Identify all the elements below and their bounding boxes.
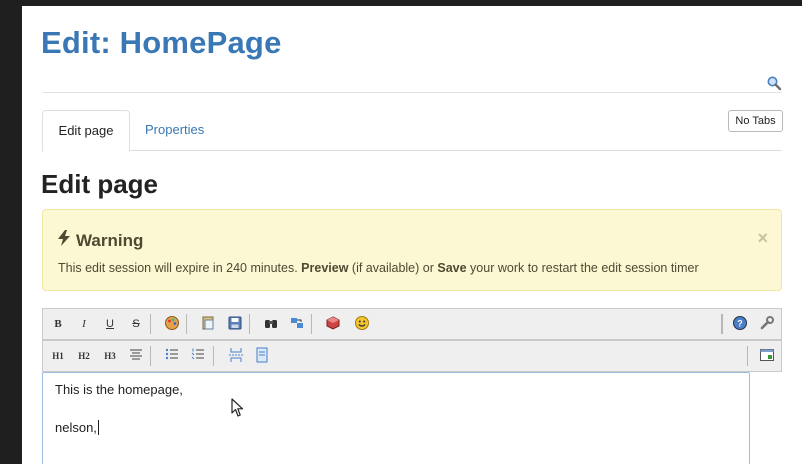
binoculars-icon[interactable] [262,315,280,333]
warning-heading: Warning [58,230,143,251]
warning-text-3: your work to restart the edit session ti… [466,261,699,275]
editor-content-area[interactable]: This is the homepage, nelson, [42,372,750,464]
editor-line: This is the homepage, [55,382,183,397]
new-window-icon[interactable] [758,347,776,365]
toolbar-separator [186,314,187,334]
italic-button[interactable]: I [75,315,93,333]
preview-text: Preview [301,261,349,275]
toolbar-row-2: H1 H2 H3 [42,340,782,372]
underline-button[interactable]: U [101,315,119,333]
heading2-button[interactable]: H2 [75,347,93,365]
no-tabs-button[interactable]: No Tabs [728,110,783,132]
paste-icon[interactable] [199,315,217,333]
text-caret [97,420,99,435]
section-title: Edit page [41,169,159,199]
color-palette-icon[interactable] [163,315,181,333]
page-break-icon[interactable] [227,347,245,365]
warning-message: This edit session will expire in 240 min… [58,261,699,275]
box-icon[interactable] [324,315,342,333]
save-icon[interactable] [226,315,244,333]
toolbar-row-1: B I U S ? [42,308,782,340]
search-icon[interactable] [766,75,782,91]
page: Edit: HomePage Edit page Properties No T… [22,6,802,464]
help-icon[interactable]: ? [731,315,749,333]
tab-bar: Edit page Properties [42,110,782,152]
warning-text-2: (if available) or [348,261,438,275]
toolbar-separator [249,314,250,334]
align-center-icon[interactable] [127,347,145,365]
heading3-button[interactable]: H3 [101,347,119,365]
find-replace-icon[interactable] [288,315,306,333]
smiley-icon[interactable] [353,315,371,333]
wrench-icon[interactable] [758,315,776,333]
lightning-icon [58,230,70,246]
warning-title: Warning [76,231,144,250]
page-title: Edit: HomePage [41,25,282,60]
toolbar-separator [150,314,151,334]
save-text: Save [437,261,467,275]
toolbar-separator [213,346,214,366]
heading1-button[interactable]: H1 [49,347,67,365]
tab-edit-page[interactable]: Edit page [42,110,130,152]
toolbar-separator [150,346,151,366]
tab-properties[interactable]: Properties [145,110,204,150]
mouse-pointer-icon [231,398,244,417]
strikethrough-button[interactable]: S [127,315,145,333]
bullet-list-icon[interactable] [163,347,181,365]
warning-alert: Warning This edit session will expire in… [42,209,782,291]
editor-line-text: nelson, [55,420,97,435]
divider [42,92,782,93]
svg-text:?: ? [737,319,743,329]
warning-text-1: This edit session will expire in 240 min… [58,261,302,275]
document-icon[interactable] [253,347,271,365]
numbered-list-icon[interactable] [189,347,207,365]
toolbar-separator [747,346,748,366]
toolbar-separator [721,314,723,334]
bold-button[interactable]: B [49,315,67,333]
toolbar-separator [311,314,312,334]
editor-line: nelson, [55,420,99,435]
wysiwyg-editor: B I U S ? H1 H2 H3 This is the homepage,… [42,306,782,464]
close-icon[interactable]: × [757,228,768,249]
